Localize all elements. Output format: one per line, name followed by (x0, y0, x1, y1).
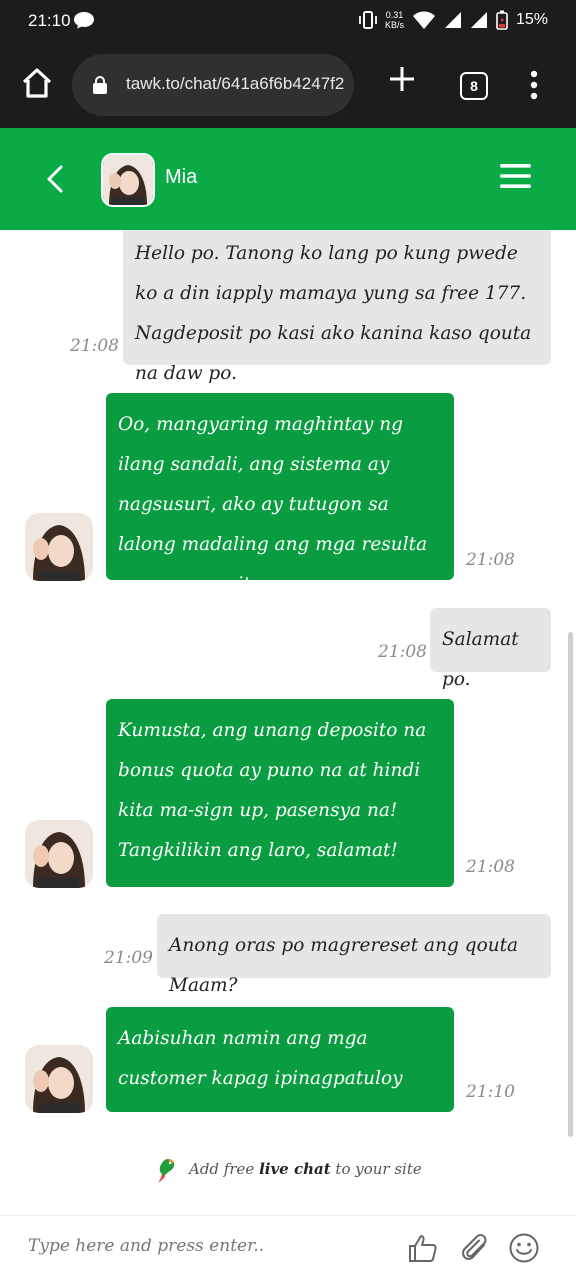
status-time: 21:10 (28, 11, 71, 30)
chat-header: Mia (0, 128, 576, 230)
back-icon[interactable] (42, 164, 68, 194)
message-composer[interactable]: Type here and press enter.. (0, 1215, 576, 1281)
home-icon[interactable] (20, 66, 54, 100)
avatar-image (103, 155, 153, 205)
vibrate-icon (359, 11, 377, 29)
address-bar[interactable]: tawk.to/chat/641a6f6b4247f2 (72, 54, 354, 116)
avatar-image (25, 820, 93, 888)
branding-bold: live chat (259, 1160, 331, 1178)
net-speed-value: 0.31 (385, 10, 404, 20)
new-tab-button[interactable] (386, 64, 418, 104)
battery-percent: 15% (515, 11, 548, 28)
message-time: 21:08 (70, 336, 119, 356)
message-input[interactable]: Type here and press enter.. (28, 1236, 264, 1256)
lock-icon (93, 76, 107, 94)
message-list[interactable]: Hello po. Tanong ko lang po kung pwede k… (0, 230, 576, 1230)
url-text: tawk.to/chat/641a6f6b4247f2 (126, 74, 345, 93)
avatar-image (25, 513, 93, 581)
message-time: 21:08 (466, 550, 515, 570)
attachment-icon[interactable] (460, 1232, 492, 1264)
tawk-branding-link[interactable]: Add free live chat to your site (0, 1156, 576, 1184)
message-time: 21:10 (466, 1082, 515, 1102)
message-icon (74, 12, 94, 29)
visitor-message: Hello po. Tanong ko lang po kung pwede k… (123, 230, 551, 384)
agent-message: Oo, mangyaring maghintay ng ilang sandal… (106, 393, 454, 595)
message-time: 21:08 (378, 642, 427, 662)
message-time: 21:09 (104, 948, 153, 968)
battery-icon (496, 10, 508, 30)
thumbs-up-icon[interactable] (407, 1232, 439, 1264)
tawk-bird-icon (158, 1159, 175, 1183)
visitor-message: Salamat po. (430, 608, 551, 690)
agent-message: Kumusta, ang unang deposito na bonus quo… (106, 699, 454, 887)
emoji-icon[interactable] (508, 1232, 540, 1264)
agent-avatar (101, 153, 155, 207)
agent-name: Mia (165, 166, 198, 188)
agent-avatar (25, 820, 93, 888)
status-bar: 21:10 0.31 KB/s 15% (0, 0, 576, 44)
message-time: 21:08 (466, 857, 515, 877)
branding-prefix: Add free (189, 1160, 255, 1178)
agent-avatar (25, 513, 93, 581)
plus-icon (390, 67, 414, 91)
net-speed: 0.31 KB/s (385, 10, 404, 30)
avatar-image (25, 1045, 93, 1113)
scrollbar[interactable] (568, 632, 573, 1137)
tabs-button[interactable]: 8 (460, 72, 488, 100)
menu-icon[interactable] (500, 164, 531, 188)
net-speed-unit: KB/s (384, 20, 404, 30)
visitor-message: Anong oras po magrereset ang qouta Maam? (157, 914, 551, 996)
signal-icon (470, 12, 487, 28)
agent-message: Aabisuhan namin ang mga customer kapag i… (106, 1007, 454, 1129)
branding-suffix: to your site (335, 1160, 422, 1178)
agent-avatar (25, 1045, 93, 1113)
signal-icon (444, 12, 461, 28)
browser-toolbar: tawk.to/chat/641a6f6b4247f2 8 (0, 44, 576, 128)
status-icons: 0.31 KB/s 15% (359, 10, 548, 30)
more-icon[interactable] (530, 70, 538, 100)
wifi-icon (412, 11, 435, 29)
